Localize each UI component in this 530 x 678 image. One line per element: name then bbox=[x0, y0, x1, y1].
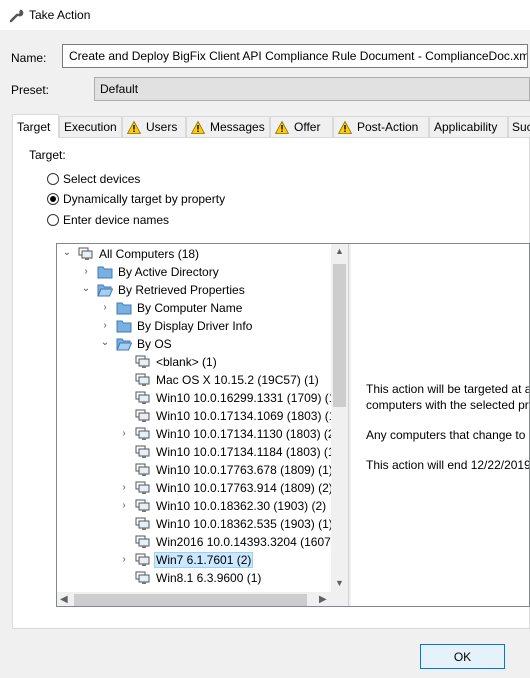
tree-node-by-os[interactable]: By OS bbox=[116, 335, 174, 353]
tree-node-os-item[interactable]: Win8.1 6.3.9600 (1) bbox=[135, 569, 263, 587]
chevron-down-icon[interactable]: ⌄ bbox=[81, 283, 91, 294]
radio-select-devices[interactable]: Select devices bbox=[47, 172, 140, 186]
tree-horizontal-scrollbar[interactable]: ◀ ▶ bbox=[57, 592, 331, 606]
computer-group-icon bbox=[135, 481, 150, 494]
target-heading: Target: bbox=[29, 148, 66, 162]
tab-execution[interactable]: Execution bbox=[59, 116, 122, 137]
preset-dropdown[interactable]: Default bbox=[94, 77, 530, 101]
ok-button[interactable]: OK bbox=[420, 644, 505, 669]
computer-group-icon bbox=[135, 553, 150, 566]
target-tree-box: ⌄ All Computers (18) › By Active Directo… bbox=[56, 243, 530, 607]
chevron-right-icon[interactable]: › bbox=[81, 266, 91, 277]
scroll-corner bbox=[331, 592, 348, 606]
tree-node-os-item[interactable]: Win10 10.0.17134.1184 (1803) (1) bbox=[135, 443, 331, 461]
chevron-right-icon[interactable]: › bbox=[119, 428, 129, 439]
radio-dynamic-target[interactable]: Dynamically target by property bbox=[47, 192, 225, 206]
tree-node-os-item[interactable]: Win10 10.0.17763.678 (1809) (1) bbox=[135, 461, 331, 479]
radio-button[interactable] bbox=[47, 193, 59, 205]
name-label: Name: bbox=[11, 51, 47, 65]
chevron-right-icon[interactable]: › bbox=[100, 320, 110, 331]
scroll-up-icon[interactable]: ▲ bbox=[335, 246, 344, 256]
tree-node-os-item[interactable]: Win2016 10.0.14393.3204 (1607) ( bbox=[135, 533, 331, 551]
computer-group-icon bbox=[135, 535, 150, 548]
scroll-down-icon[interactable]: ▼ bbox=[335, 578, 344, 588]
tab-target[interactable]: Target bbox=[12, 114, 59, 138]
computer-group-icon bbox=[135, 517, 150, 530]
tree-node-os-item[interactable]: Win10 10.0.18362.30 (1903) (2) bbox=[135, 497, 328, 515]
tree-node-os-item[interactable]: Win10 10.0.17134.1069 (1803) (1) bbox=[135, 407, 331, 425]
folder-open-icon bbox=[97, 284, 113, 297]
tree-node-by-retrieved-properties[interactable]: By Retrieved Properties bbox=[97, 281, 247, 299]
description-line: This action will end 12/22/2019 bbox=[366, 458, 530, 472]
splitter[interactable] bbox=[348, 244, 351, 606]
name-field[interactable]: Create and Deploy BigFix Client API Comp… bbox=[62, 44, 528, 68]
radio-enter-device-names[interactable]: Enter device names bbox=[47, 213, 169, 227]
tab-strip: Target Execution Users Messages Offer Po… bbox=[12, 114, 530, 138]
chevron-down-icon[interactable]: ⌄ bbox=[100, 337, 110, 348]
computer-group-icon bbox=[135, 571, 150, 584]
tree-node-all-computers[interactable]: All Computers (18) bbox=[78, 245, 201, 263]
description-line: computers with the selected pr bbox=[366, 398, 529, 412]
property-tree[interactable]: ⌄ All Computers (18) › By Active Directo… bbox=[57, 244, 331, 592]
folder-icon bbox=[97, 266, 113, 279]
folder-icon bbox=[116, 320, 132, 333]
title-bar: Take Action bbox=[0, 0, 530, 30]
description-line: Any computers that change to bbox=[366, 428, 526, 442]
computer-group-icon bbox=[135, 463, 150, 476]
radio-button[interactable] bbox=[47, 173, 59, 185]
tab-applicability[interactable]: Applicability bbox=[429, 116, 508, 137]
radio-button[interactable] bbox=[47, 214, 59, 226]
computer-group-icon bbox=[135, 355, 150, 368]
wrench-icon bbox=[9, 9, 24, 23]
chevron-right-icon[interactable]: › bbox=[119, 482, 129, 493]
tree-node-os-item[interactable]: <blank> (1) bbox=[135, 353, 219, 371]
tree-vertical-scrollbar[interactable]: ▲ ▼ bbox=[331, 244, 348, 592]
computer-group-icon bbox=[135, 499, 150, 512]
computer-group-icon bbox=[78, 247, 93, 260]
warning-icon bbox=[191, 120, 205, 134]
preset-label: Preset: bbox=[11, 83, 50, 97]
tree-node-os-item[interactable]: Win10 10.0.18362.535 (1903) (1) bbox=[135, 515, 331, 533]
tree-node-os-item[interactable]: Win10 10.0.17763.914 (1809) (2) bbox=[135, 479, 331, 497]
tree-node-os-item[interactable]: Win10 10.0.17134.1130 (1803) (2) bbox=[135, 425, 331, 443]
description-line: This action will be targeted at a bbox=[366, 382, 530, 396]
scrollbar-thumb[interactable] bbox=[333, 264, 346, 407]
tab-users[interactable]: Users bbox=[122, 116, 186, 137]
chevron-right-icon[interactable]: › bbox=[119, 554, 129, 565]
tree-node-os-item-selected[interactable]: Win7 6.1.7601 (2) bbox=[135, 551, 254, 569]
scroll-left-icon[interactable]: ◀ bbox=[60, 594, 68, 605]
tree-node-os-item[interactable]: Mac OS X 10.15.2 (19C57) (1) bbox=[135, 371, 321, 389]
tab-success[interactable]: Suc bbox=[508, 116, 530, 137]
tab-offer[interactable]: Offer bbox=[270, 116, 333, 137]
folder-open-icon bbox=[116, 338, 132, 351]
tab-post-action[interactable]: Post-Action bbox=[333, 116, 429, 137]
computer-group-icon bbox=[135, 409, 150, 422]
scrollbar-thumb[interactable] bbox=[74, 594, 307, 606]
warning-icon bbox=[127, 120, 141, 134]
folder-icon bbox=[116, 302, 132, 315]
chevron-down-icon[interactable]: ⌄ bbox=[62, 247, 72, 258]
scroll-right-icon[interactable]: ▶ bbox=[319, 594, 327, 605]
tree-node-by-computer-name[interactable]: By Computer Name bbox=[116, 299, 244, 317]
tree-node-os-item[interactable]: Win10 10.0.16299.1331 (1709) (1) bbox=[135, 389, 331, 407]
chevron-right-icon[interactable]: › bbox=[119, 500, 129, 511]
window-title: Take Action bbox=[29, 8, 91, 22]
computer-group-icon bbox=[135, 373, 150, 386]
warning-icon bbox=[338, 120, 352, 134]
tab-messages[interactable]: Messages bbox=[186, 116, 270, 137]
computer-group-icon bbox=[135, 391, 150, 404]
computer-group-icon bbox=[135, 445, 150, 458]
chevron-right-icon[interactable]: › bbox=[100, 302, 110, 313]
warning-icon bbox=[275, 120, 289, 134]
tree-node-by-display-driver[interactable]: By Display Driver Info bbox=[116, 317, 254, 335]
computer-group-icon bbox=[135, 427, 150, 440]
tree-node-by-active-directory[interactable]: By Active Directory bbox=[97, 263, 221, 281]
